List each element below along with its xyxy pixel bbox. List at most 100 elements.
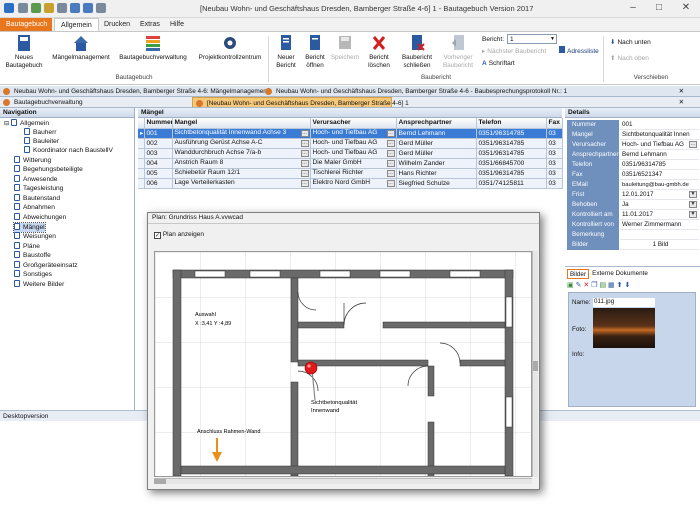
table-row[interactable]: 002 Ausführung Gerüst Achse A-C… Hoch- u…: [138, 138, 563, 149]
nav-item-grossgeraeteeinsatz[interactable]: Großgeräteeinsatz: [14, 261, 78, 270]
cell-fax[interactable]: 03: [546, 128, 563, 139]
cell-fax[interactable]: 03: [546, 168, 563, 179]
naechster-baubericht-button[interactable]: ▸ Nächster Baubericht: [482, 47, 546, 55]
menu-quick-icon[interactable]: [96, 3, 106, 13]
table-row[interactable]: ▸ 001 Sichtbetonqualität Innenwand Achse…: [138, 128, 563, 139]
plan-window[interactable]: Plan: Grundriss Haus A.vvwcad ✓ Plan anz…: [147, 212, 540, 490]
doc-tab-verwaltung[interactable]: Bautagebuchverwaltung: [0, 97, 192, 107]
save-quick-icon[interactable]: [18, 3, 28, 13]
tab-close-icon[interactable]: ✕: [679, 97, 684, 107]
maengelmanagement-button[interactable]: Mängelmanagement: [50, 34, 112, 62]
projektkontrollzentrum-button[interactable]: Projektkontrollzentrum: [194, 34, 266, 62]
cell-nummer[interactable]: 005: [144, 168, 173, 179]
nach-oben-button[interactable]: ⬆ Nach oben: [610, 54, 649, 62]
tab-bilder[interactable]: Bilder: [567, 269, 589, 279]
nav-item-sonstiges[interactable]: Sonstiges: [14, 270, 52, 279]
ellipsis-icon[interactable]: …: [300, 130, 309, 137]
nav-item-weisungen[interactable]: Weisungen: [14, 232, 56, 241]
new-quick-icon[interactable]: [31, 3, 41, 13]
nav-item-begehungsbeteiligte[interactable]: Begehungsbeteiligte: [14, 165, 83, 174]
detail-value-verursacher[interactable]: Hoch- und Tiefbau AG: [620, 140, 699, 150]
ellipsis-icon[interactable]: …: [300, 180, 309, 187]
chevron-down-icon[interactable]: ▼: [689, 201, 697, 208]
image-list-item[interactable]: Name: 011.jpg Foto: Info:: [568, 292, 696, 407]
cell-verursacher[interactable]: Hoch- und Tiefbau AG…: [310, 148, 397, 159]
photo-thumbnail[interactable]: [593, 308, 655, 348]
table-row[interactable]: 006 Lage Verteilerkasten… Elektro Nord G…: [138, 178, 563, 189]
nav-item-bautenstand[interactable]: Bautenstand: [14, 194, 60, 203]
column-header-mangel[interactable]: Mangel: [172, 118, 311, 129]
detail-value-kontrolliert-am[interactable]: 11.01.2017: [620, 210, 699, 220]
chevron-down-icon[interactable]: ▼: [689, 191, 697, 198]
undo-quick-icon[interactable]: [83, 3, 93, 13]
vorheriger-baubericht-button[interactable]: Vorheriger Baubericht: [440, 34, 476, 69]
ellipsis-icon[interactable]: …: [300, 140, 309, 147]
tab-extras[interactable]: Extras: [134, 18, 166, 31]
maximize-icon[interactable]: □: [646, 1, 672, 15]
cell-mangel[interactable]: Sichtbetonqualität Innenwand Achse 3…: [172, 128, 311, 139]
close-icon[interactable]: ✕: [673, 1, 699, 15]
tab-bautagebuch[interactable]: Bautagebuch: [0, 18, 52, 31]
cell-nummer[interactable]: 006: [144, 178, 173, 189]
minimize-icon[interactable]: –: [620, 1, 646, 15]
detail-value-behoben[interactable]: Ja: [620, 200, 699, 210]
cell-fax[interactable]: 03: [546, 158, 563, 169]
column-header-telefon[interactable]: Telefon: [476, 118, 547, 129]
nav-item-weitere-bilder[interactable]: Weitere Bilder: [14, 280, 64, 289]
detail-value-mangel[interactable]: Sichtbetonqualität Innen: [620, 130, 699, 140]
table-row[interactable]: 005 Schiebetür Raum 12/1… Tischlerei Ric…: [138, 168, 563, 179]
arrow-down-icon[interactable]: ⬇: [624, 282, 630, 289]
cell-telefon[interactable]: 0351/96314785: [476, 138, 547, 149]
column-header-verursacher[interactable]: Verursacher: [310, 118, 397, 129]
detail-value-bilder[interactable]: 1 Bild: [620, 240, 699, 250]
cell-ansprechpartner[interactable]: Gerd Müller: [396, 138, 477, 149]
bericht-loeschen-button[interactable]: Bericht löschen: [364, 34, 394, 69]
nav-item-anwesende[interactable]: Anwesende: [14, 175, 57, 184]
doc-tab-maengelmanagement[interactable]: Neubau Wohn- und Geschäftshaus Dresden, …: [0, 86, 269, 96]
bauericht-schliessen-button[interactable]: Baubericht schließen: [398, 34, 436, 69]
bericht-select[interactable]: 1 ▼: [507, 34, 557, 44]
detail-value-email[interactable]: bauleitung@bau-gmbh.de: [620, 180, 699, 190]
table-row[interactable]: 004 Anstrich Raum 8… Die Maler GmbH… Wil…: [138, 158, 563, 169]
neuer-bericht-button[interactable]: Neuer Bericht: [271, 34, 301, 69]
cell-mangel[interactable]: Ausführung Gerüst Achse A-C…: [172, 138, 311, 149]
scrollbar-thumb[interactable]: [533, 361, 538, 371]
edit-icon[interactable]: ✎: [576, 282, 582, 289]
ellipsis-icon[interactable]: …: [386, 140, 395, 147]
neues-bautagebuch-button[interactable]: Neues Bautagebuch: [2, 34, 46, 69]
tab-drucken[interactable]: Drucken: [98, 18, 136, 31]
doc-tab-protokoll[interactable]: Neubau Wohn- und Geschäftshaus Dresden, …: [262, 86, 582, 96]
tab-hilfe[interactable]: Hilfe: [164, 18, 190, 31]
cell-verursacher[interactable]: Hoch- und Tiefbau AG…: [310, 138, 397, 149]
ellipsis-icon[interactable]: …: [386, 150, 395, 157]
cell-mangel[interactable]: Anstrich Raum 8…: [172, 158, 311, 169]
nav-item-baustoffe[interactable]: Baustoffe: [14, 251, 51, 260]
nav-item-plaene[interactable]: Pläne: [14, 242, 40, 251]
chevron-down-icon[interactable]: ▼: [689, 211, 697, 218]
nav-item-bauleiter[interactable]: Bauleiter: [24, 137, 59, 146]
cell-telefon[interactable]: 0351/96314785: [476, 168, 547, 179]
cell-mangel[interactable]: Lage Verteilerkasten…: [172, 178, 311, 189]
tab-close-icon[interactable]: ✕: [679, 86, 684, 96]
vertical-scrollbar[interactable]: [532, 251, 538, 477]
detail-value-fax[interactable]: 0351/6521347: [620, 170, 699, 180]
print-quick-icon[interactable]: [57, 3, 67, 13]
cell-ansprechpartner[interactable]: Wilhelm Zander: [396, 158, 477, 169]
nav-item-bauherr[interactable]: Bauherr: [24, 128, 56, 137]
column-header-fax[interactable]: Fax: [546, 118, 563, 129]
nav-item-allgemein[interactable]: ⊟ Allgemein: [4, 119, 49, 128]
ellipsis-icon[interactable]: …: [300, 170, 309, 177]
tab-externe-dokumente[interactable]: Externe Dokumente: [590, 269, 650, 279]
cell-verursacher[interactable]: Die Maler GmbH…: [310, 158, 397, 169]
table-row[interactable]: 003 Wanddurchbruch Achse 7/a-b… Hoch- un…: [138, 148, 563, 159]
cell-fax[interactable]: 03: [546, 178, 563, 189]
nav-item-abnahmen[interactable]: Abnahmen: [14, 203, 55, 212]
bericht-oeffnen-button[interactable]: Bericht öffnen: [302, 34, 328, 69]
doc-tab-bericht-active[interactable]: [Neubau Wohn- und Geschäftshaus Dresden,…: [192, 97, 409, 107]
email-quick-icon[interactable]: [70, 3, 80, 13]
detail-value-kontrolliert-von[interactable]: Werner Zimmermann: [620, 220, 699, 230]
speichern-button[interactable]: Speichern: [329, 34, 361, 62]
cell-fax[interactable]: 03: [546, 138, 563, 149]
ellipsis-icon[interactable]: …: [386, 130, 395, 137]
arrow-up-icon[interactable]: ⬆: [617, 282, 623, 289]
